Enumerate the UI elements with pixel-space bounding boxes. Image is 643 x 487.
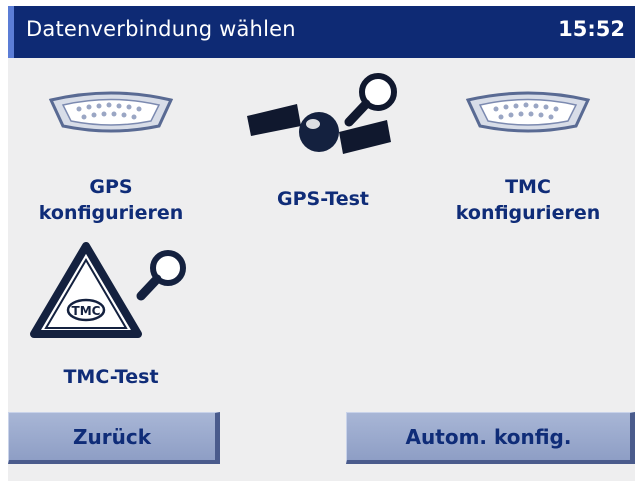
gps-test-label: GPS-Test xyxy=(276,188,369,210)
svg-text:TMC: TMC xyxy=(72,304,101,318)
tmc-test-button[interactable]: TMC TMC-Test xyxy=(16,242,206,390)
tmc-configure-label: TMC konfigurieren xyxy=(455,176,601,224)
serial-connector-icon xyxy=(16,78,206,148)
auto-configure-button[interactable]: Autom. konfig. xyxy=(346,412,635,464)
back-button[interactable]: Zurück xyxy=(8,412,220,464)
gps-configure-button[interactable]: GPS konfigurieren xyxy=(16,78,206,226)
title-bar: Datenverbindung wählen 15:52 xyxy=(8,6,635,58)
screen: Datenverbindung wählen 15:52 GPS konfigu… xyxy=(8,6,635,481)
tmc-configure-button[interactable]: TMC konfigurieren xyxy=(433,78,623,226)
back-button-label: Zurück xyxy=(73,424,151,449)
satellite-search-icon xyxy=(228,66,418,176)
gps-test-button[interactable]: GPS-Test xyxy=(228,66,418,212)
auto-configure-label: Autom. konfig. xyxy=(405,424,572,449)
page-title: Datenverbindung wählen xyxy=(26,17,296,41)
tmc-test-label: TMC-Test xyxy=(63,366,159,388)
tmc-sign-search-icon: TMC xyxy=(16,242,206,342)
clock: 15:52 xyxy=(558,17,625,41)
serial-connector-icon xyxy=(433,78,623,148)
gps-configure-label: GPS konfigurieren xyxy=(38,176,184,224)
